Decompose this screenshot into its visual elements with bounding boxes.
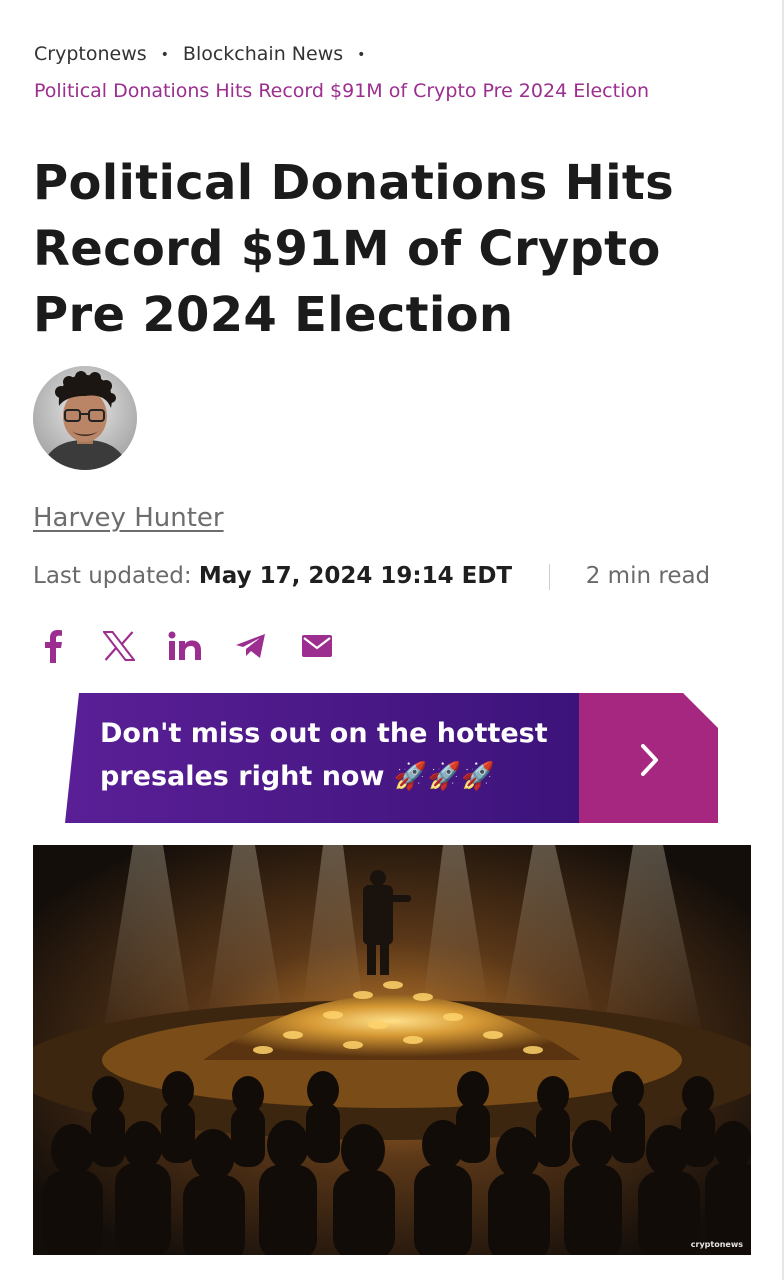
hero-image: cryptonews [33, 845, 751, 1255]
x-icon[interactable] [99, 626, 139, 666]
banner-line-2: presales right now 🚀🚀🚀 [100, 761, 495, 792]
meta-divider [549, 563, 551, 590]
breadcrumb-separator: • [160, 46, 169, 63]
breadcrumb-current: Political Donations Hits Record $91M of … [34, 79, 650, 102]
chevron-right-icon[interactable] [630, 735, 670, 785]
article-meta: Last updated: May 17, 2024 19:14 EDT 2 m… [33, 563, 710, 590]
share-bar [33, 622, 363, 670]
read-time: 2 min read [585, 563, 711, 589]
image-watermark: cryptonews [690, 1240, 743, 1249]
banner-text[interactable]: Don't miss out on the hottest presales r… [100, 712, 560, 798]
banner-line-1: Don't miss out on the hottest [100, 718, 548, 749]
author-avatar[interactable] [33, 366, 137, 470]
facebook-icon[interactable] [33, 626, 73, 666]
article-title: Political Donations Hits Record $91M of … [33, 155, 675, 343]
telegram-icon[interactable] [231, 626, 271, 666]
last-updated-label: Last updated: [33, 563, 192, 589]
breadcrumb-separator: • [357, 46, 366, 63]
linkedin-icon[interactable] [165, 626, 205, 666]
last-updated-date: May 17, 2024 19:14 EDT [198, 563, 513, 589]
breadcrumb-home-link[interactable]: Cryptonews [34, 43, 147, 65]
breadcrumb: Cryptonews • Blockchain News • Political Do… [34, 36, 754, 109]
email-icon[interactable] [297, 626, 337, 666]
breadcrumb-category-link[interactable]: Blockchain News [183, 43, 343, 65]
author-name-link[interactable]: Harvey Hunter [33, 503, 224, 533]
